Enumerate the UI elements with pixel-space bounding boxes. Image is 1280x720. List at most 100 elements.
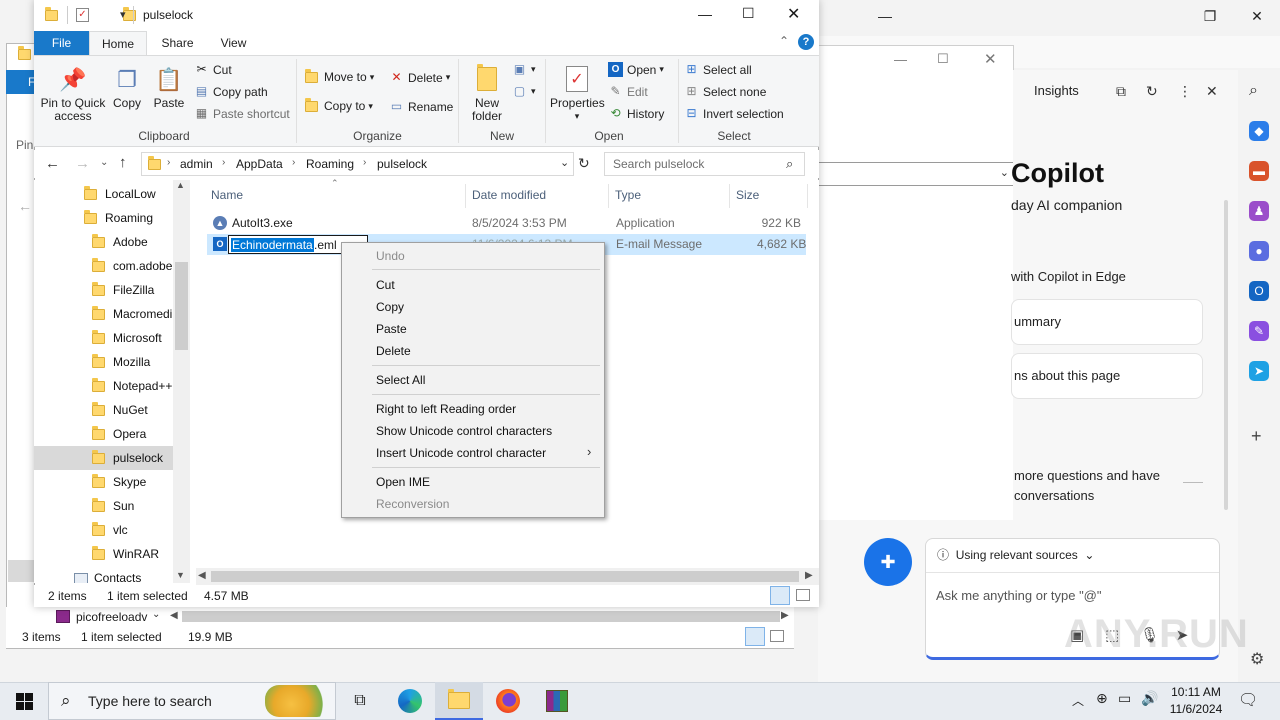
taskbar-explorer[interactable]	[435, 682, 483, 720]
close-pane-icon[interactable]: ✕	[1206, 83, 1218, 100]
scroll-right-icon[interactable]: ▶	[781, 610, 789, 621]
up-icon[interactable]: ↑	[119, 154, 127, 171]
search-input[interactable]: Search pulselock	[613, 157, 704, 171]
settings-icon[interactable]: ⚙	[1250, 649, 1264, 669]
add-icon[interactable]: +	[1251, 426, 1262, 447]
new-chat-icon[interactable]: ✚	[864, 538, 912, 586]
copilot-scrollbar[interactable]	[1224, 200, 1228, 510]
scroll-left-icon[interactable]: ◀	[198, 570, 206, 581]
menu-item-delete[interactable]: Delete	[376, 344, 411, 358]
close-icon[interactable]: ✕	[1234, 0, 1280, 32]
office-icon[interactable]: ●	[1249, 241, 1269, 261]
menu-item-insert-unicode[interactable]: Insert Unicode control character	[376, 446, 546, 460]
copy-button[interactable]: ❐ Copy	[110, 63, 144, 110]
search-icon[interactable]: ⌕	[786, 156, 793, 172]
tab-view[interactable]: View	[206, 31, 261, 55]
history-button[interactable]: ⟲ History	[608, 106, 664, 121]
taskbar-winrar[interactable]	[533, 682, 581, 720]
bg-nav-item[interactable]: picofreeloadv	[76, 610, 147, 624]
tools-icon[interactable]: ▬	[1249, 161, 1269, 181]
delete-button[interactable]: ✕ Delete ▾	[389, 70, 450, 85]
search-box[interactable]: Search pulselock ⌕	[604, 152, 805, 176]
bg-hscroll-thumb[interactable]	[182, 611, 780, 622]
restore-icon[interactable]: ❐	[1187, 0, 1233, 32]
breadcrumb-pulselock[interactable]: pulselock	[377, 157, 427, 171]
properties-quick-icon[interactable]: ✓	[76, 8, 89, 22]
breadcrumb-appdata[interactable]: AppData	[236, 157, 283, 171]
customize-quick-access-icon[interactable]: ▾	[120, 8, 126, 21]
taskbar-edge[interactable]	[386, 682, 434, 720]
search-icon[interactable]: ⌕	[1249, 82, 1258, 100]
copy-path-button[interactable]: ▤ Copy path	[194, 84, 268, 99]
pin-quick-access-button[interactable]: 📌 Pin to Quick access	[40, 63, 106, 123]
menu-item-rtl[interactable]: Right to left Reading order	[376, 402, 516, 416]
taskbar-search[interactable]: ⌕ Type here to search	[48, 682, 336, 720]
collapse-ribbon-icon[interactable]: ⌃	[779, 34, 789, 48]
refresh-icon[interactable]: ↻	[578, 155, 590, 172]
new-item-button[interactable]: ▣ ▾	[512, 62, 536, 77]
cut-button[interactable]: ✂ Cut	[194, 62, 231, 77]
column-date-modified[interactable]: Date modified	[472, 188, 546, 202]
details-view-icon[interactable]	[745, 627, 765, 646]
menu-item-open-ime[interactable]: Open IME	[376, 475, 430, 489]
minimize-icon[interactable]: —	[862, 0, 908, 32]
menu-item-show-unicode[interactable]: Show Unicode control characters	[376, 424, 552, 438]
minimize-icon[interactable]: —	[698, 6, 712, 22]
forward-icon[interactable]: →	[75, 155, 90, 172]
details-view-icon[interactable]	[770, 586, 790, 605]
menu-item-copy[interactable]: Copy	[376, 300, 404, 314]
network-adapter-icon[interactable]: ⊕	[1096, 690, 1108, 707]
back-icon[interactable]: ←	[45, 155, 60, 172]
easy-access-button[interactable]: ▢ ▾	[512, 84, 536, 99]
menu-item-reconversion[interactable]: Reconversion	[376, 497, 449, 511]
show-hidden-icons-icon[interactable]: ︿	[1072, 692, 1084, 709]
move-to-button[interactable]: Move to ▾	[305, 68, 374, 84]
menu-item-select-all[interactable]: Select All	[376, 373, 425, 387]
games-icon[interactable]: ♟	[1249, 201, 1269, 221]
task-view-button[interactable]: ⧉	[336, 682, 384, 720]
column-size[interactable]: Size	[736, 188, 759, 202]
paste-button[interactable]: 📋 Paste	[152, 63, 186, 110]
send-icon[interactable]: ➤	[1249, 361, 1269, 381]
column-type[interactable]: Type	[615, 188, 641, 202]
recent-locations-icon[interactable]: ⌄	[100, 157, 108, 168]
system-clock[interactable]: 10:11 AM 11/6/2024	[1163, 684, 1229, 718]
copilot-tab-insights[interactable]: Insights	[1034, 83, 1079, 98]
rename-button[interactable]: ▭ Rename	[389, 99, 454, 114]
invert-selection-button[interactable]: ⊟ Invert selection	[684, 106, 783, 121]
copy-to-button[interactable]: Copy to ▾	[305, 97, 373, 113]
more-options-icon[interactable]: ⋮	[1178, 83, 1192, 100]
scroll-left-icon[interactable]: ◀	[170, 610, 178, 621]
network-icon[interactable]: ▭	[1118, 690, 1131, 707]
nav-scroll-thumb[interactable]	[175, 262, 188, 350]
menu-item-cut[interactable]: Cut	[376, 278, 395, 292]
breadcrumb-admin[interactable]: admin	[180, 157, 213, 171]
nav-scrollbar[interactable]	[173, 180, 190, 583]
address-box[interactable]: › admin › AppData › Roaming › pulselock …	[141, 152, 574, 176]
designer-icon[interactable]: ✎	[1249, 321, 1269, 341]
breadcrumb-roaming[interactable]: Roaming	[306, 157, 354, 171]
refresh-icon[interactable]: ↻	[1146, 83, 1158, 100]
popup-minimize-icon[interactable]: —	[894, 52, 907, 67]
menu-item-undo[interactable]: Undo	[376, 249, 405, 263]
tab-file[interactable]: File	[34, 31, 89, 55]
large-icons-view-icon[interactable]	[770, 630, 784, 642]
copilot-suggestion-summary[interactable]: ummary	[1011, 299, 1203, 345]
back-icon[interactable]: ←	[18, 198, 32, 214]
tab-home[interactable]: Home	[89, 31, 147, 55]
edit-button[interactable]: ✎ Edit	[608, 84, 647, 99]
help-icon[interactable]: ?	[798, 34, 814, 50]
maximize-icon[interactable]: ☐	[742, 5, 755, 22]
volume-icon[interactable]: 🔊	[1141, 690, 1158, 707]
paste-shortcut-button[interactable]: ▦ Paste shortcut	[194, 106, 290, 121]
file-row[interactable]: ▲ AutoIt3.exe 8/5/2024 3:53 PM Applicati…	[207, 213, 806, 234]
shopping-icon[interactable]: ◆	[1249, 121, 1269, 141]
close-icon[interactable]: ✕	[787, 4, 800, 24]
scroll-right-icon[interactable]: ▶	[805, 570, 813, 581]
select-all-button[interactable]: ⊞ Select all	[684, 62, 751, 77]
sources-toggle[interactable]: ⓘ Using relevant sources ⌄	[937, 546, 1094, 563]
copilot-chat-input[interactable]: Ask me anything or type "@"	[936, 588, 1102, 603]
popup-dropdown[interactable]: ⌄	[818, 162, 1014, 186]
open-new-tab-icon[interactable]: ⧉	[1116, 83, 1126, 100]
large-icons-view-icon[interactable]	[796, 589, 810, 601]
